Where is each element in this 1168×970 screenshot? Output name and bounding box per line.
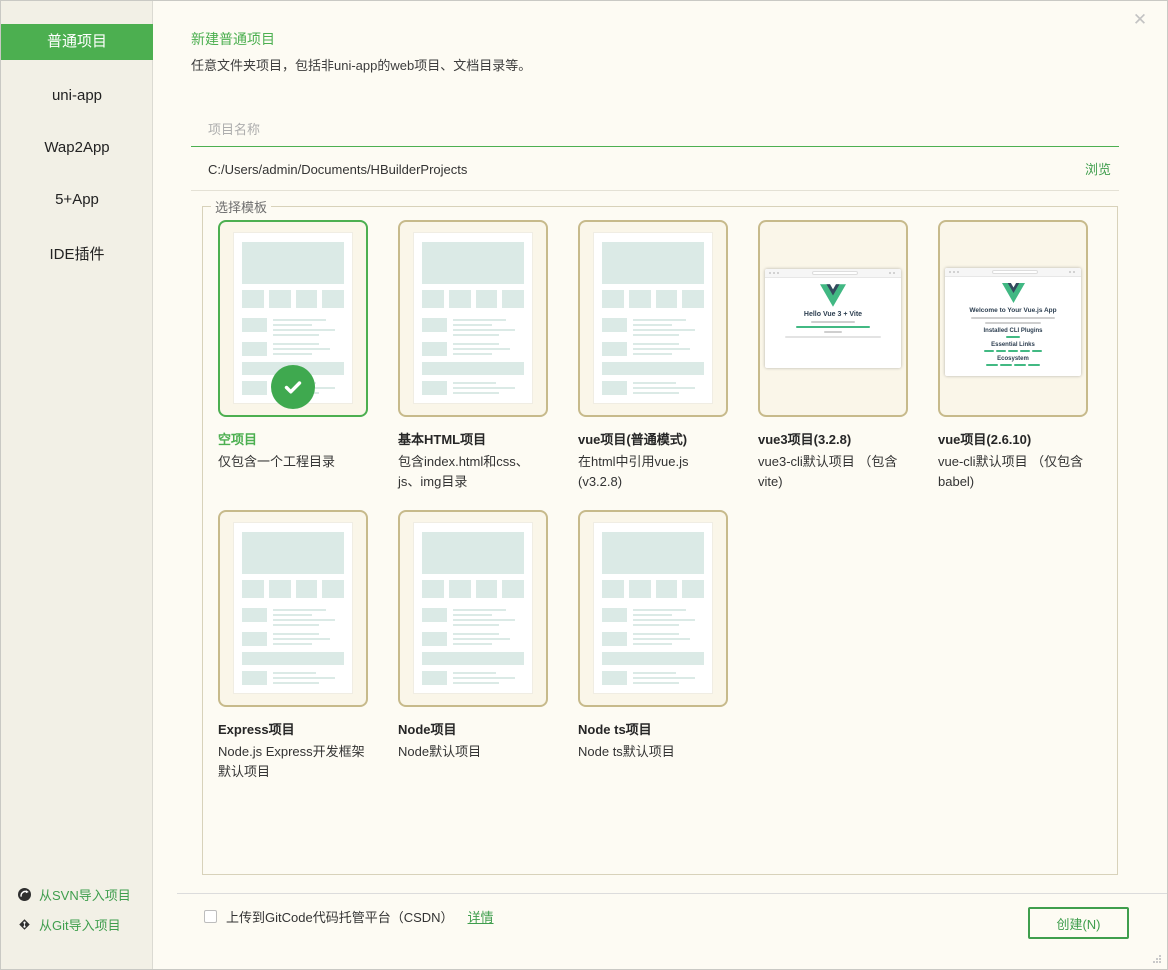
sidebar-item-wap2app[interactable]: Wap2App: [1, 139, 153, 156]
template-desc: 在html中引用vue.js (v3.2.8): [578, 452, 728, 492]
template-title: vue项目(普通模式): [578, 429, 728, 448]
template-title: vue项目(2.6.10): [938, 429, 1088, 448]
vue-logo-icon: [820, 284, 846, 307]
template-desc: 仅包含一个工程目录: [218, 452, 368, 472]
vue3-thumbnail: Hello Vue 3 + Vite: [765, 269, 901, 368]
template-desc: 包含index.html和css、js、img目录: [398, 452, 548, 492]
sidebar: 普通项目 uni-app Wap2App 5+App IDE插件 从SVN导入项…: [1, 1, 153, 969]
doc-thumbnail: [593, 522, 713, 694]
sidebar-item-uni-app[interactable]: uni-app: [1, 87, 153, 104]
thumb-section: Installed CLI Plugins: [945, 328, 1081, 334]
close-icon[interactable]: ✕: [1129, 9, 1151, 31]
project-path-value[interactable]: C:/Users/admin/Documents/HBuilderProject…: [208, 148, 467, 191]
sidebar-item-5plusapp[interactable]: 5+App: [1, 191, 153, 208]
thumb-section: Essential Links: [945, 342, 1081, 348]
git-icon: [18, 918, 31, 931]
svn-icon: [18, 888, 31, 901]
import-from-svn-link[interactable]: 从SVN导入项目: [18, 885, 131, 904]
doc-thumbnail: [593, 232, 713, 404]
import-svn-label: 从SVN导入项目: [39, 885, 131, 904]
template-title: Node项目: [398, 719, 548, 738]
template-grid: 空项目 仅包含一个工程目录 基本HTML项目 包含index.html和: [218, 220, 1088, 782]
template-card-vue-normal[interactable]: vue项目(普通模式) 在html中引用vue.js (v3.2.8): [578, 220, 728, 510]
template-desc: vue3-cli默认项目 （包含vite): [758, 452, 908, 492]
thumb-heading: Hello Vue 3 + Vite: [765, 311, 901, 318]
doc-thumbnail: [413, 522, 533, 694]
import-from-git-link[interactable]: 从Git导入项目: [18, 915, 121, 934]
template-title: Node ts项目: [578, 719, 728, 738]
vue2-thumbnail: Welcome to Your Vue.js App Installed CLI…: [945, 268, 1081, 376]
template-title: 基本HTML项目: [398, 429, 548, 448]
template-desc: Node.js Express开发框架默认项目: [218, 742, 368, 782]
upload-checkbox[interactable]: [204, 910, 217, 923]
main-panel: ✕ 新建普通项目 任意文件夹项目，包括非uni-app的web项目、文档目录等。…: [153, 1, 1168, 969]
template-title: vue3项目(3.2.8): [758, 429, 908, 448]
thumb-heading: Welcome to Your Vue.js App: [945, 307, 1081, 314]
selected-check-icon: [271, 365, 315, 409]
template-card-vue2[interactable]: Welcome to Your Vue.js App Installed CLI…: [938, 220, 1088, 510]
template-title: Express项目: [218, 719, 368, 738]
template-card-basic-html[interactable]: 基本HTML项目 包含index.html和css、js、img目录: [398, 220, 548, 510]
template-card-express[interactable]: Express项目 Node.js Express开发框架默认项目: [218, 510, 368, 782]
sidebar-item-ide-plugin[interactable]: IDE插件: [1, 243, 153, 264]
template-title: 空项目: [218, 429, 368, 448]
doc-thumbnail: [413, 232, 533, 404]
template-desc: vue-cli默认项目 （仅包含babel): [938, 452, 1088, 492]
vue-logo-icon: [1002, 283, 1025, 303]
project-name-input[interactable]: [191, 113, 1119, 147]
create-button[interactable]: 创建(N): [1028, 907, 1129, 939]
browse-button[interactable]: 浏览: [1085, 148, 1111, 191]
template-desc: Node ts默认项目: [578, 742, 728, 762]
new-project-dialog: 普通项目 uni-app Wap2App 5+App IDE插件 从SVN导入项…: [0, 0, 1168, 970]
page-title: 新建普通项目: [191, 29, 275, 49]
upload-option-row: 上传到GitCode代码托管平台（CSDN） 详情: [204, 907, 494, 925]
page-subtitle: 任意文件夹项目，包括非uni-app的web项目、文档目录等。: [191, 55, 531, 74]
import-git-label: 从Git导入项目: [39, 915, 121, 934]
resize-grip-icon[interactable]: [1153, 955, 1164, 966]
template-card-empty[interactable]: 空项目 仅包含一个工程目录: [218, 220, 368, 510]
template-card-node-ts[interactable]: Node ts项目 Node ts默认项目: [578, 510, 728, 782]
thumb-section: Ecosystem: [945, 356, 1081, 362]
template-card-vue3[interactable]: Hello Vue 3 + Vite vue3项目(3.2.8) vue3-cl…: [758, 220, 908, 510]
template-legend: 选择模板: [211, 197, 271, 216]
details-link[interactable]: 详情: [468, 907, 494, 926]
upload-label: 上传到GitCode代码托管平台（CSDN）: [226, 907, 454, 926]
footer-divider: [177, 893, 1168, 894]
sidebar-item-normal-project[interactable]: 普通项目: [1, 24, 153, 60]
template-desc: Node默认项目: [398, 742, 548, 762]
template-card-node[interactable]: Node项目 Node默认项目: [398, 510, 548, 782]
project-path-row: C:/Users/admin/Documents/HBuilderProject…: [191, 148, 1119, 191]
doc-thumbnail: [233, 522, 353, 694]
